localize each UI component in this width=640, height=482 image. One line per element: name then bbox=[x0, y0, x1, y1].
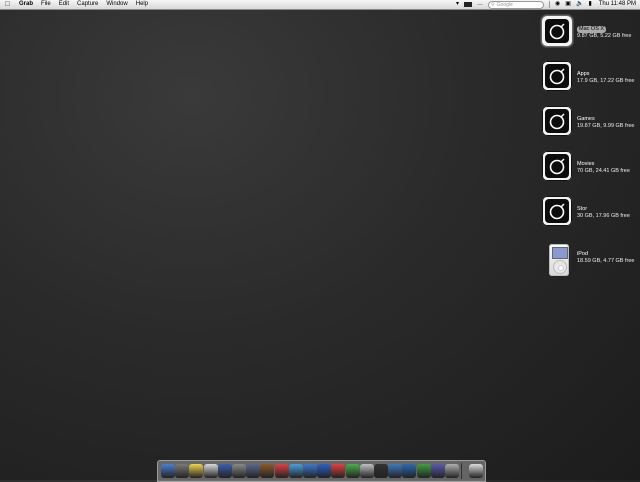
disk-info: 9.87 GB, 5.22 GB free bbox=[577, 33, 632, 39]
hard-drive-icon bbox=[542, 16, 572, 46]
safari-icon[interactable] bbox=[288, 464, 303, 478]
disk-info: 18.59 GB, 4.77 GB free bbox=[577, 258, 635, 264]
battery-icon[interactable]: ▮ bbox=[588, 0, 591, 9]
menu-extra-left-icon[interactable]: ▾ bbox=[456, 0, 459, 9]
menu-window[interactable]: Window bbox=[106, 0, 127, 9]
calculator-icon[interactable] bbox=[175, 464, 190, 478]
disk-icon-games[interactable]: Games 19.87 GB, 9.99 GB free bbox=[538, 102, 640, 146]
wifi-icon[interactable]: ◉ bbox=[555, 0, 560, 9]
dvd-icon[interactable] bbox=[359, 464, 374, 478]
search-field[interactable]: ⚲ Google bbox=[488, 0, 545, 9]
tools-icon[interactable] bbox=[246, 464, 261, 478]
disk-icon-mac-os-x[interactable]: Mac OS X 9.87 GB, 5.22 GB free bbox=[538, 12, 640, 56]
menu-bar:  Grab File Edit Capture Window Help ▾ …… bbox=[0, 0, 640, 10]
clock[interactable]: Thu 11:48 PM bbox=[599, 0, 636, 9]
dock bbox=[157, 460, 486, 482]
menu-file[interactable]: File bbox=[41, 0, 51, 9]
disk-info: 30 GB, 17.96 GB free bbox=[577, 213, 630, 219]
disk-name: Games bbox=[577, 116, 595, 122]
ical-icon[interactable] bbox=[274, 464, 289, 478]
menu-capture[interactable]: Capture bbox=[77, 0, 98, 9]
itunes-icon[interactable] bbox=[317, 464, 332, 478]
disk-icon-stor[interactable]: Stor 30 GB, 17.96 GB free bbox=[538, 192, 640, 236]
window-icon[interactable] bbox=[445, 464, 459, 478]
utility-icon[interactable] bbox=[402, 464, 417, 478]
console-icon[interactable] bbox=[374, 464, 388, 478]
disk-name: Stor bbox=[577, 206, 588, 212]
menu-extra-box-icon[interactable] bbox=[464, 2, 473, 7]
disk-icon-apps[interactable]: Apps 17.9 GB, 17.22 GB free bbox=[538, 57, 640, 101]
mail-icon[interactable] bbox=[303, 464, 317, 478]
disk-icon-movies[interactable]: Movies 70 GB, 24.41 GB free bbox=[538, 147, 640, 191]
system-prefs-icon[interactable] bbox=[232, 464, 246, 478]
disk-info: 70 GB, 24.41 GB free bbox=[577, 168, 630, 174]
apple-menu-icon[interactable]:  bbox=[4, 0, 11, 9]
disk-icon-ipod[interactable]: iPod 18.59 GB, 4.77 GB free bbox=[538, 237, 640, 281]
addressbook-icon[interactable] bbox=[260, 464, 275, 478]
hard-drive-icon bbox=[542, 196, 572, 226]
menu-help[interactable]: Help bbox=[136, 0, 148, 9]
bluetooth-icon[interactable] bbox=[331, 464, 346, 478]
hard-drive-icon bbox=[542, 106, 572, 136]
trash-icon[interactable] bbox=[469, 464, 483, 478]
hard-drive-icon bbox=[542, 151, 572, 181]
ichat-icon[interactable] bbox=[345, 464, 360, 478]
disk-name: Apps bbox=[577, 71, 590, 77]
menu-extra-dots-icon[interactable]: … bbox=[477, 0, 483, 9]
menu-edit[interactable]: Edit bbox=[59, 0, 69, 9]
activity-icon[interactable] bbox=[416, 464, 431, 478]
search-icon: ⚲ bbox=[491, 1, 495, 8]
disk-name: Mac OS X bbox=[577, 26, 607, 33]
pen-icon[interactable] bbox=[217, 464, 232, 478]
finder-icon[interactable] bbox=[161, 464, 175, 478]
disk-name: Movies bbox=[577, 161, 595, 167]
textedit-icon[interactable] bbox=[203, 464, 218, 478]
hard-drive-icon bbox=[542, 61, 572, 91]
search-placeholder: Google bbox=[496, 1, 513, 8]
volume-icon[interactable]: 🔈 bbox=[576, 0, 583, 9]
ipod-icon bbox=[542, 241, 572, 276]
disk-name: iPod bbox=[577, 251, 589, 257]
stickies-icon[interactable] bbox=[189, 464, 204, 478]
dock-separator bbox=[461, 463, 463, 479]
photo-icon[interactable] bbox=[388, 464, 403, 478]
display-icon[interactable]: ▣ bbox=[565, 0, 571, 9]
disk-info: 19.87 GB, 9.99 GB free bbox=[577, 123, 635, 129]
network-icon[interactable] bbox=[430, 464, 445, 478]
menubar-divider bbox=[549, 1, 551, 8]
menu-app-name[interactable]: Grab bbox=[19, 0, 33, 9]
disk-info: 17.9 GB, 17.22 GB free bbox=[577, 78, 635, 84]
